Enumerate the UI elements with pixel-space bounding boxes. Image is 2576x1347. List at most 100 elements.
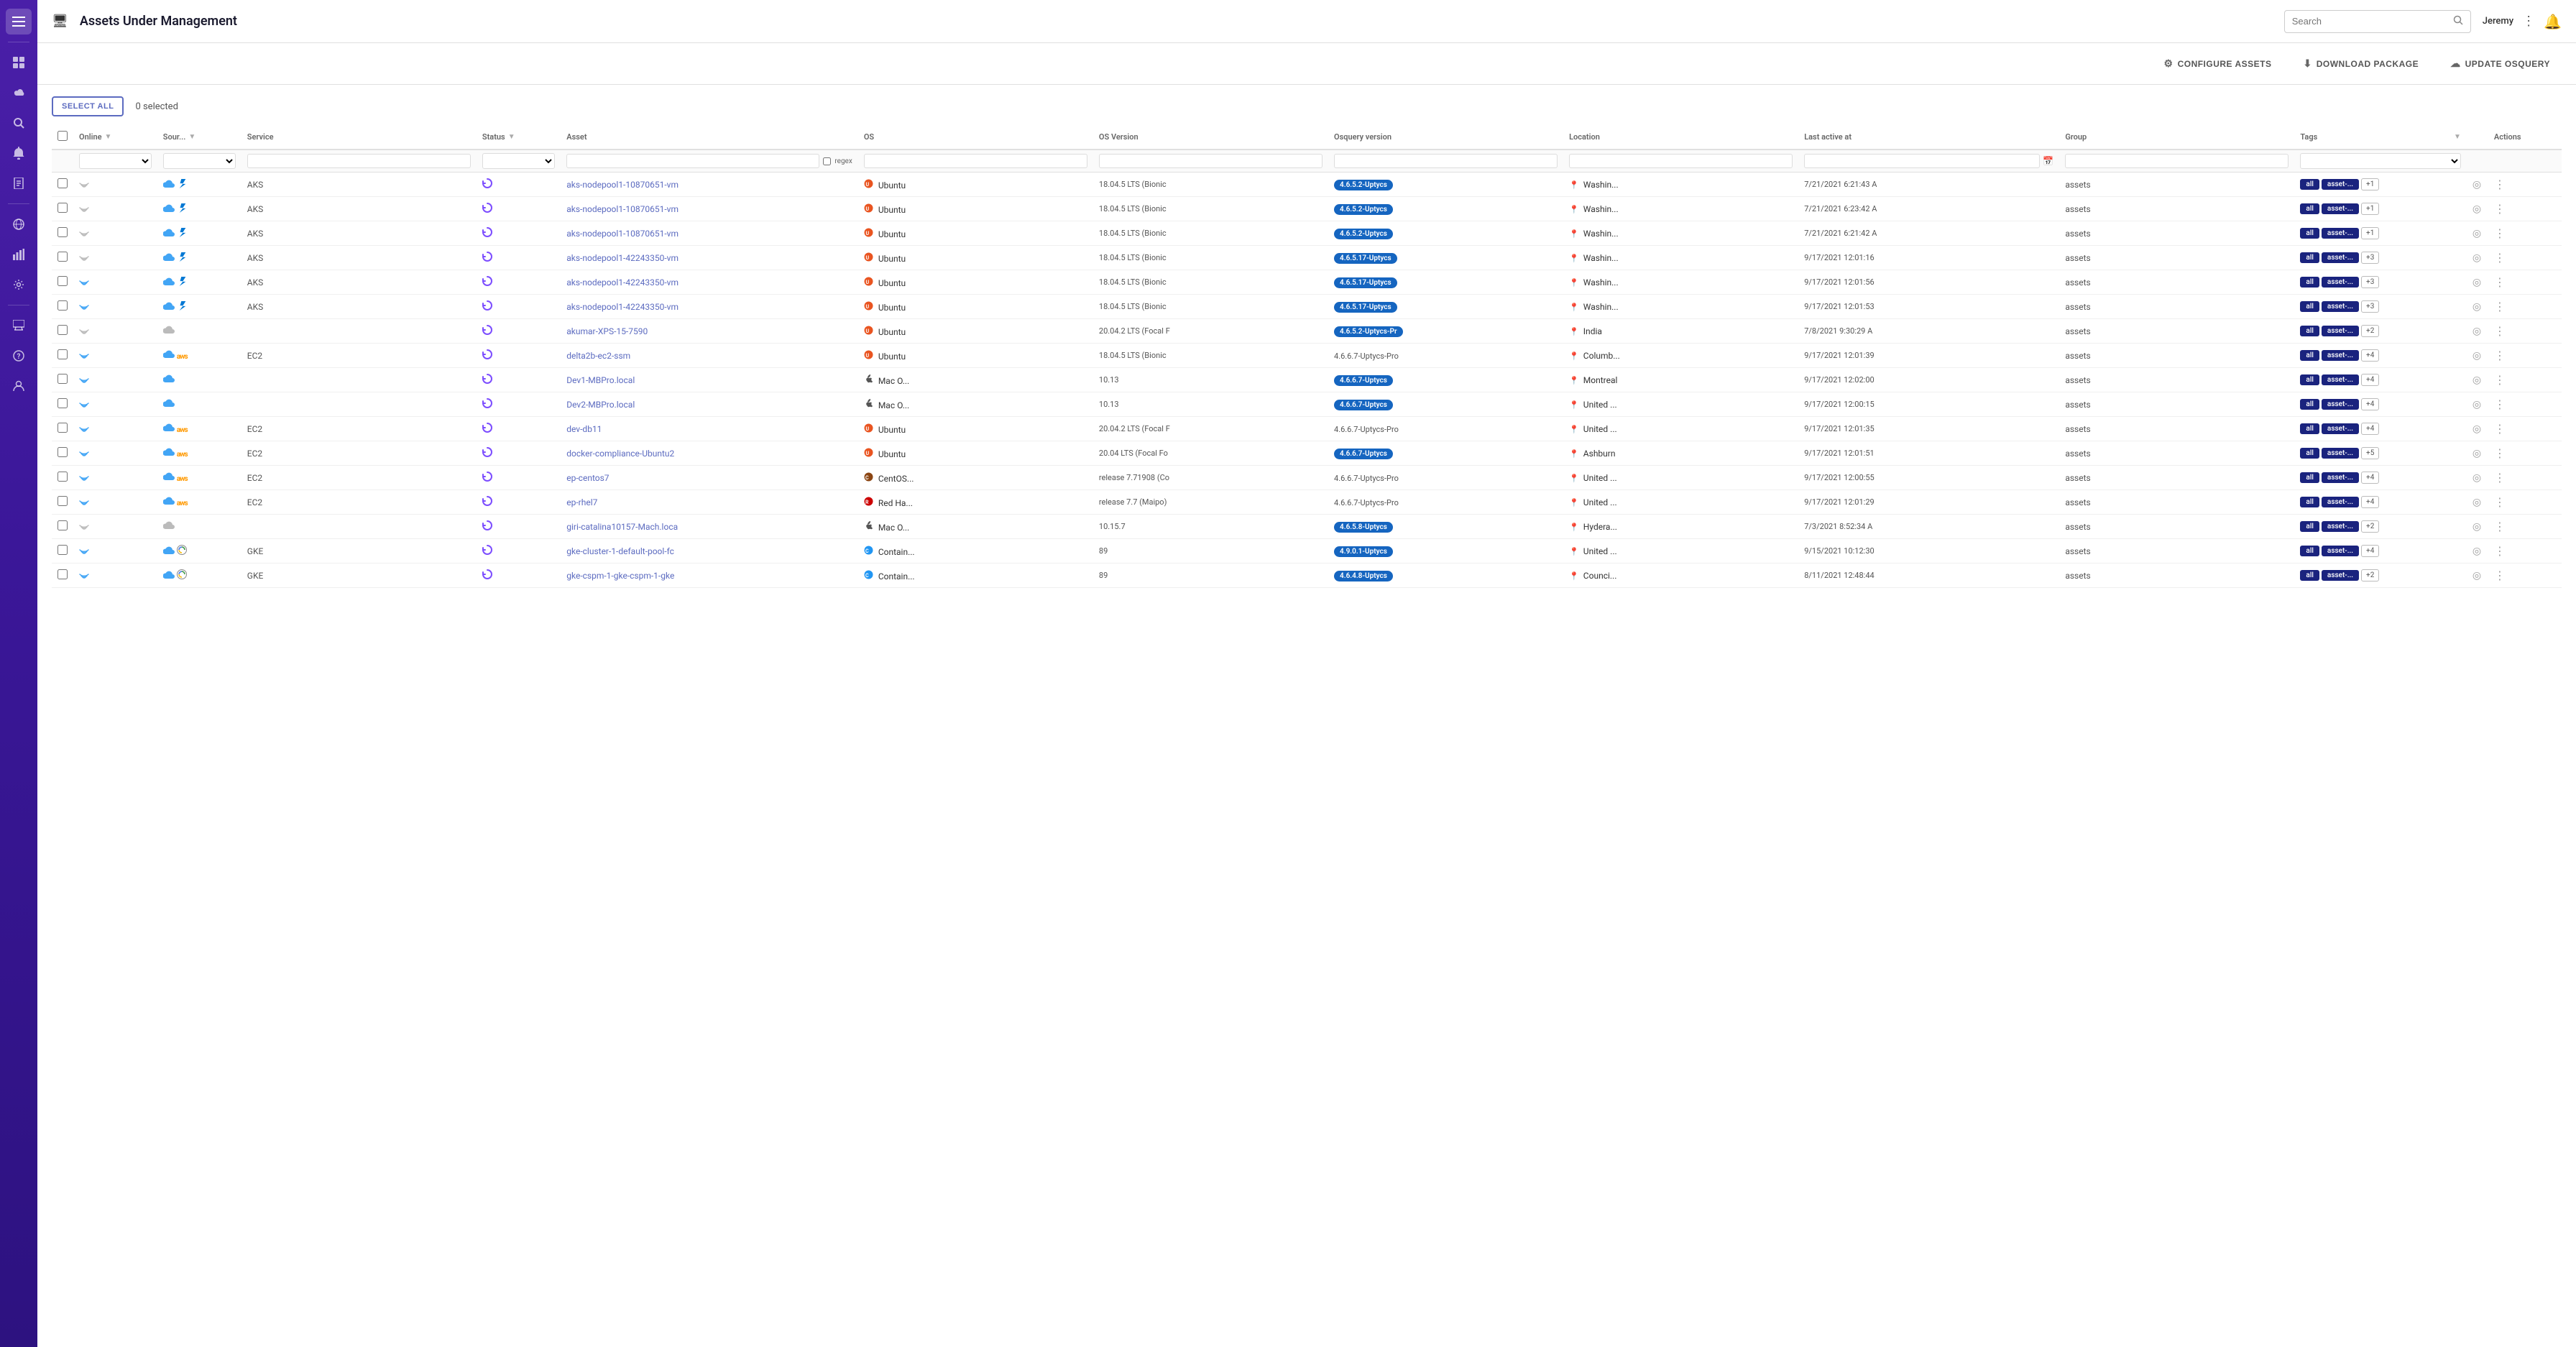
tag-more[interactable]: +4 [2361,398,2379,410]
user-more-icon[interactable]: ⋮ [2522,14,2535,29]
row-more-icon[interactable]: ⋮ [2494,202,2506,216]
sidebar-item-threat-map[interactable] [6,211,32,237]
sidebar-item-help[interactable]: ? [6,343,32,369]
tag-badge[interactable]: asset-... [2322,203,2359,214]
tag-badge[interactable]: all [2300,350,2319,361]
row-more-icon[interactable]: ⋮ [2494,471,2506,484]
tag-more[interactable]: +4 [2361,472,2379,484]
sidebar-item-settings[interactable] [6,272,32,298]
sidebar-item-dashboard[interactable] [6,50,32,75]
tag-badge[interactable]: all [2300,423,2319,434]
tag-more[interactable]: +1 [2361,203,2379,215]
tag-badge[interactable]: all [2300,203,2319,214]
sidebar-item-compliance[interactable] [6,170,32,196]
target-icon[interactable]: ◎ [2472,570,2481,581]
row-more-icon[interactable]: ⋮ [2494,251,2506,265]
th-status[interactable]: Status ▼ [477,125,561,150]
service-filter-input[interactable] [247,154,471,168]
select-all-button[interactable]: SELECT ALL [52,96,124,116]
asset-link[interactable]: aks-nodepool1-42243350-vm [566,277,678,288]
tag-more[interactable]: +1 [2361,178,2379,190]
tag-more[interactable]: +3 [2361,276,2379,288]
tag-more[interactable]: +3 [2361,300,2379,313]
asset-filter-input[interactable] [566,154,819,168]
target-icon[interactable]: ◎ [2472,203,2481,215]
row-select-checkbox[interactable] [58,374,68,384]
tag-badge[interactable]: all [2300,472,2319,483]
row-more-icon[interactable]: ⋮ [2494,446,2506,460]
target-icon[interactable]: ◎ [2472,497,2481,508]
target-icon[interactable]: ◎ [2472,448,2481,459]
asset-link[interactable]: aks-nodepool1-10870651-vm [566,229,678,239]
target-icon[interactable]: ◎ [2472,423,2481,435]
tag-badge[interactable]: all [2300,448,2319,459]
tag-badge[interactable]: asset-... [2322,497,2359,507]
tag-badge[interactable]: all [2300,277,2319,288]
tag-badge[interactable]: all [2300,399,2319,410]
tags-filter-select[interactable] [2300,153,2460,169]
tag-more[interactable]: +2 [2361,325,2379,337]
tag-badge[interactable]: asset-... [2322,350,2359,361]
target-icon[interactable]: ◎ [2472,179,2481,190]
source-filter-select[interactable] [163,153,236,169]
row-select-checkbox[interactable] [58,520,68,530]
tag-badge[interactable]: all [2300,546,2319,556]
asset-link[interactable]: Dev1-MBPro.local [566,375,635,385]
tag-badge[interactable]: all [2300,521,2319,532]
asset-link[interactable]: giri-catalina10157-Mach.loca [566,522,678,532]
sidebar-item-menu[interactable] [6,9,32,35]
asset-link[interactable]: gke-cspm-1-gke-cspm-1-gke [566,571,674,581]
row-select-checkbox[interactable] [58,252,68,262]
tag-badge[interactable]: all [2300,252,2319,263]
tag-badge[interactable]: all [2300,326,2319,336]
select-all-checkbox[interactable] [58,131,68,141]
configure-assets-button[interactable]: ⚙ CONFIGURE ASSETS [2153,52,2283,75]
row-select-checkbox[interactable] [58,227,68,237]
row-more-icon[interactable]: ⋮ [2494,520,2506,533]
row-select-checkbox[interactable] [58,203,68,213]
asset-link[interactable]: Dev2-MBPro.local [566,400,635,410]
tag-badge[interactable]: asset-... [2322,546,2359,556]
tag-badge[interactable]: all [2300,301,2319,312]
tag-more[interactable]: +4 [2361,349,2379,362]
tag-badge[interactable]: asset-... [2322,326,2359,336]
tag-more[interactable]: +2 [2361,520,2379,533]
row-select-checkbox[interactable] [58,398,68,408]
row-select-checkbox[interactable] [58,300,68,311]
tag-badge[interactable]: asset-... [2322,570,2359,581]
asset-link[interactable]: aks-nodepool1-42243350-vm [566,302,678,312]
row-more-icon[interactable]: ⋮ [2494,544,2506,558]
row-more-icon[interactable]: ⋮ [2494,422,2506,436]
tag-badge[interactable]: asset-... [2322,448,2359,459]
row-more-icon[interactable]: ⋮ [2494,569,2506,582]
row-select-checkbox[interactable] [58,447,68,457]
th-online[interactable]: Online ▼ [73,125,157,150]
tag-badge[interactable]: all [2300,179,2319,190]
group-filter-input[interactable] [2065,154,2288,168]
target-icon[interactable]: ◎ [2472,350,2481,362]
tag-badge[interactable]: asset-... [2322,179,2359,190]
row-more-icon[interactable]: ⋮ [2494,397,2506,411]
tag-more[interactable]: +1 [2361,227,2379,239]
osquery-filter-input[interactable] [1334,154,1558,168]
asset-link[interactable]: akumar-XPS-15-7590 [566,326,648,336]
tag-badge[interactable]: asset-... [2322,472,2359,483]
asset-link[interactable]: ep-centos7 [566,473,609,483]
os-version-filter-input[interactable] [1099,154,1322,168]
target-icon[interactable]: ◎ [2472,277,2481,288]
asset-link[interactable]: aks-nodepool1-10870651-vm [566,204,678,214]
sidebar-item-user[interactable] [6,373,32,399]
target-icon[interactable]: ◎ [2472,374,2481,386]
tag-more[interactable]: +2 [2361,569,2379,581]
row-more-icon[interactable]: ⋮ [2494,324,2506,338]
target-icon[interactable]: ◎ [2472,472,2481,484]
target-icon[interactable]: ◎ [2472,301,2481,313]
tag-badge[interactable]: asset-... [2322,228,2359,239]
search-input[interactable] [2292,16,2447,27]
tag-badge[interactable]: asset-... [2322,301,2359,312]
calendar-icon[interactable]: 📅 [2043,156,2053,166]
row-select-checkbox[interactable] [58,545,68,555]
tag-badge[interactable]: asset-... [2322,521,2359,532]
notification-icon[interactable]: 🔔 [2544,13,2562,30]
row-select-checkbox[interactable] [58,496,68,506]
